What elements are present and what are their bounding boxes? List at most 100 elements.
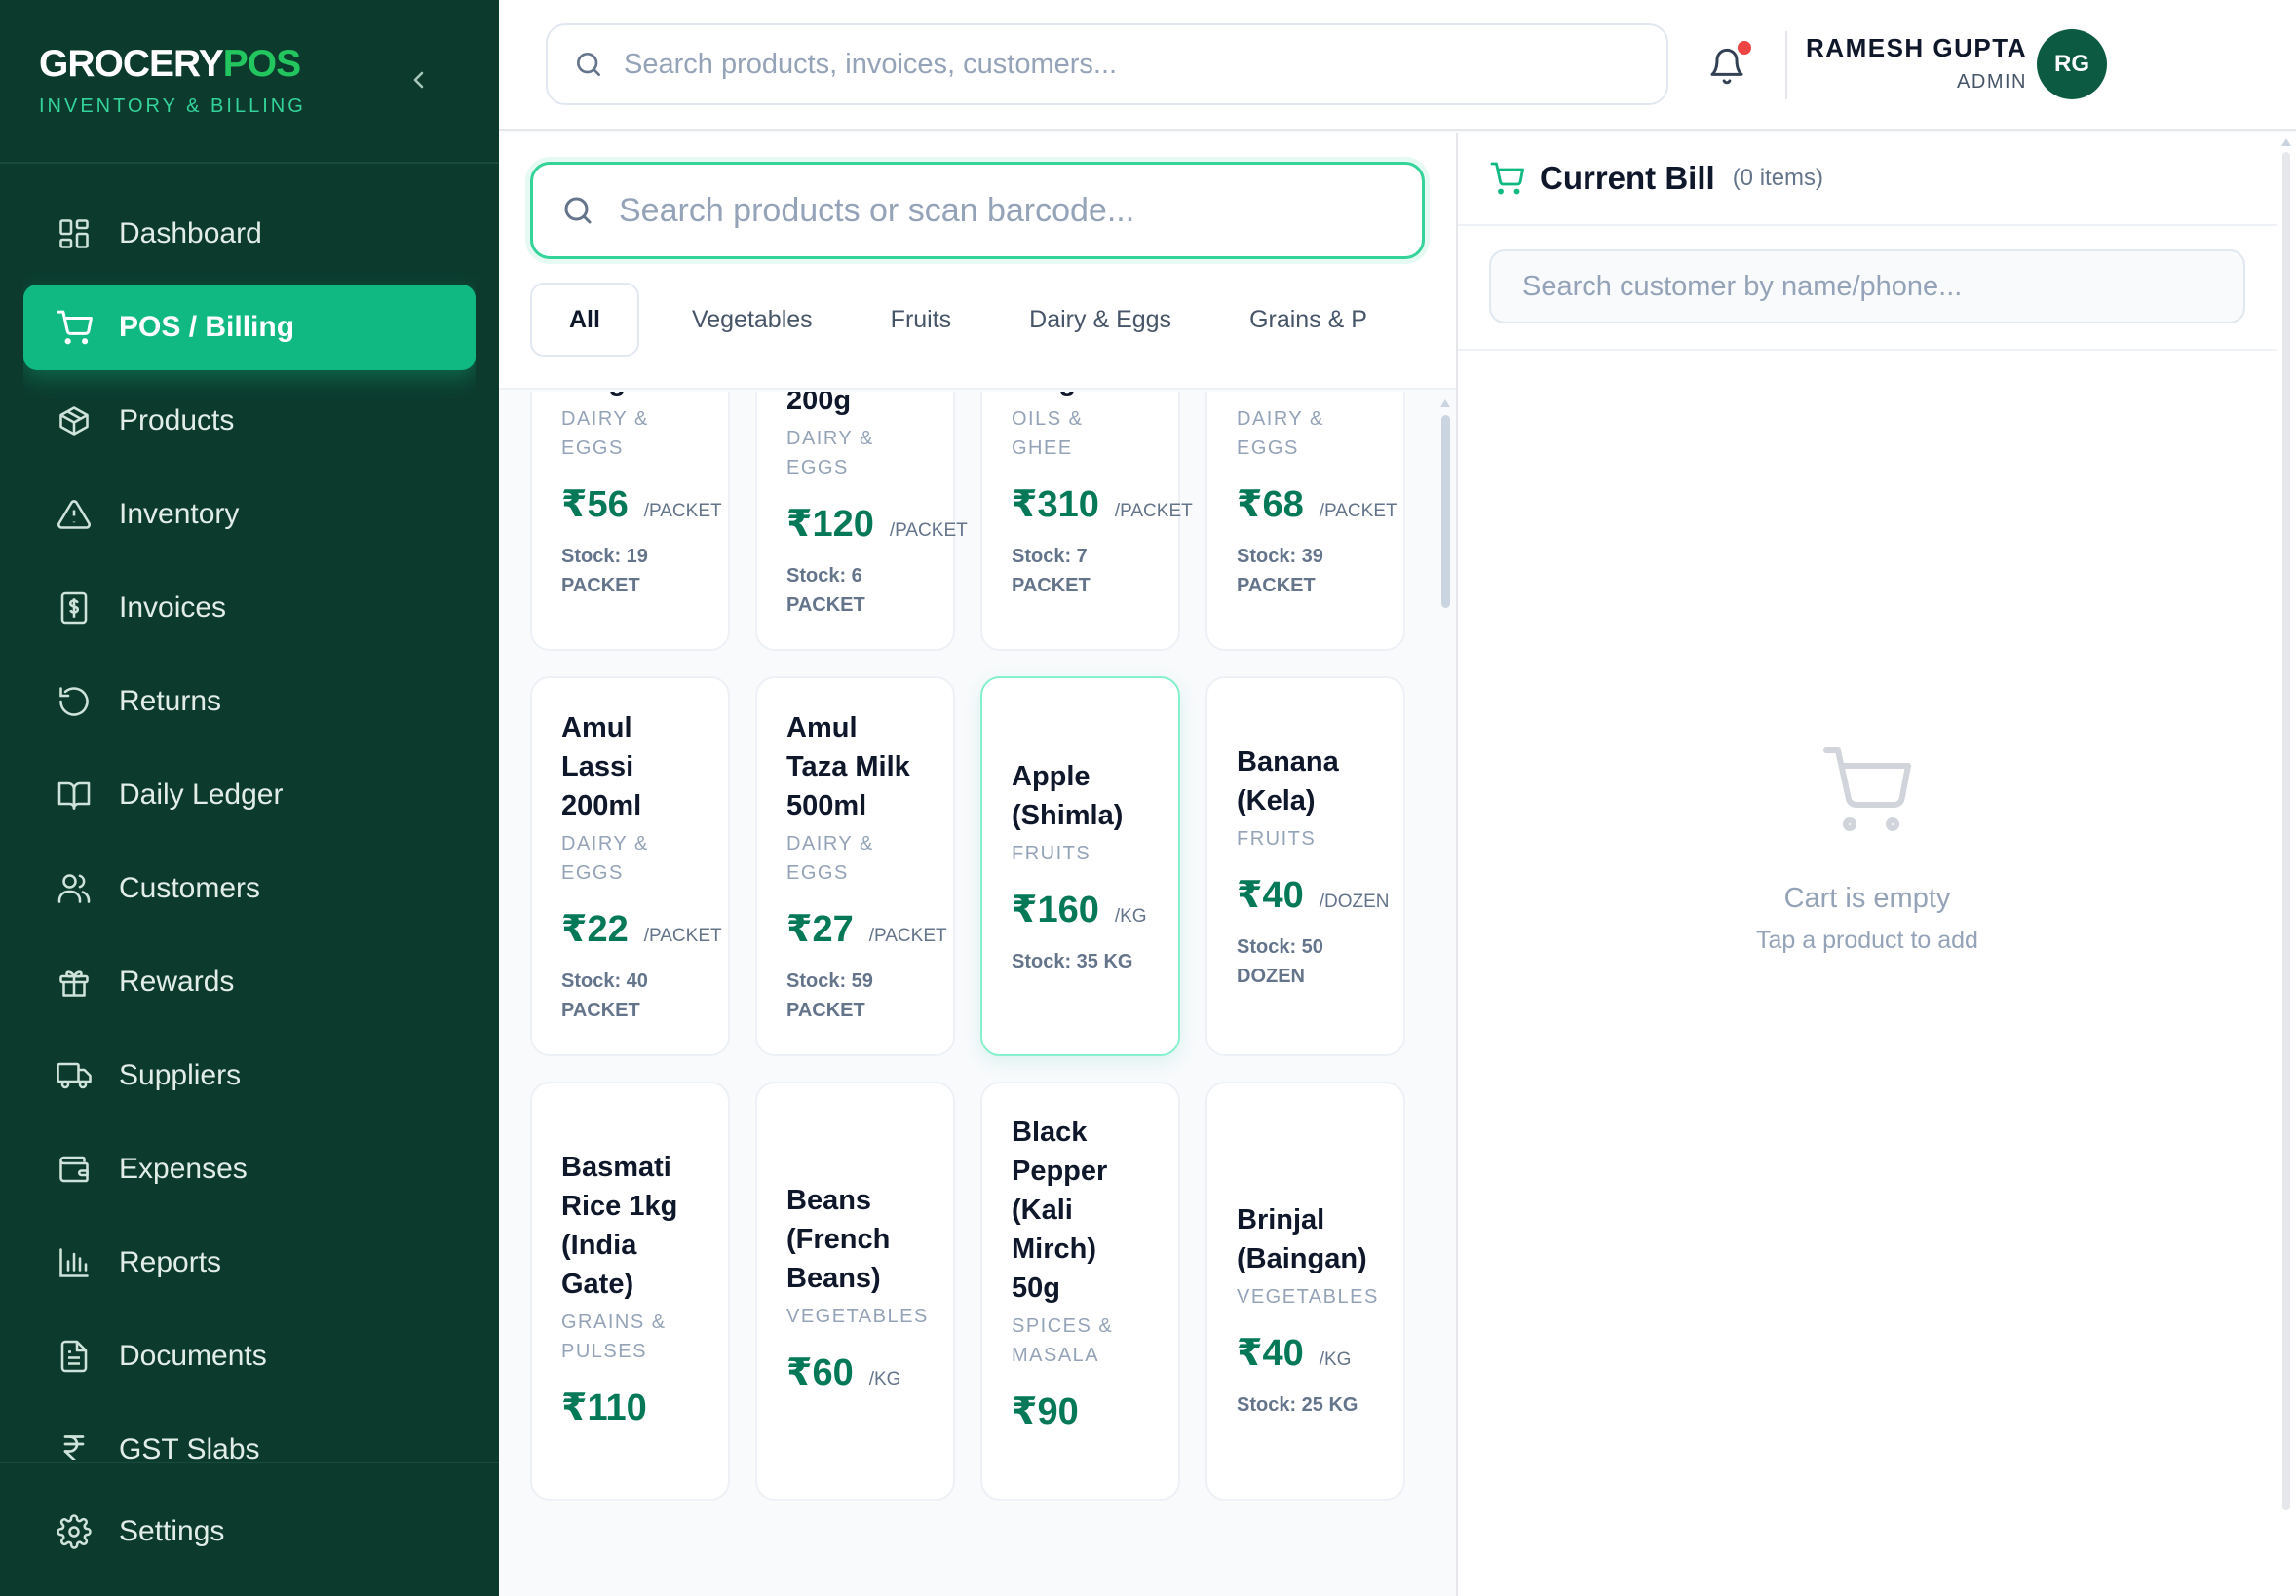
empty-cart-icon [1823,747,1911,831]
product-price: ₹310 [1012,483,1099,525]
sidebar-item-label: Invoices [119,591,227,624]
product-card[interactable]: Amul Gold Milk 1L DAIRY & EGGS ₹68/PACKET S… [1205,392,1405,651]
sidebar-item-expenses[interactable]: Expenses [23,1126,476,1212]
empty-cart-title: Cart is empty [1783,883,1951,914]
invoice-icon [55,589,94,627]
sidebar-item-rewards[interactable]: Rewards [23,939,476,1025]
sidebar-item-label: Returns [119,685,222,717]
category-tab-fruits[interactable]: Fruits [852,283,991,357]
product-name: Amul Gold Milk 1L [1237,392,1374,400]
product-search-input[interactable] [619,191,1398,230]
sidebar-item-label: Inventory [119,498,240,530]
product-price: ₹27 [786,908,854,950]
product-card[interactable]: Amul Lassi 200ml DAIRY & EGGS ₹22/PACKET St… [530,676,730,1056]
product-unit: /PACKET [868,925,947,946]
sidebar-item-settings[interactable]: Settings [23,1489,476,1575]
global-search-input[interactable] [624,48,1637,81]
sidebar-footer: Settings [0,1462,499,1596]
brand-name: GROCERYPOS [39,43,301,85]
global-search-box[interactable] [546,23,1668,105]
brand-subtitle: INVENTORY & BILLING [39,95,306,117]
users-icon [55,869,94,908]
product-category: FRUITS [1012,842,1091,864]
customer-search-input[interactable] [1522,270,2224,303]
product-price-row: ₹68/PACKET [1237,482,1397,526]
category-tab-grains[interactable]: Grains & P [1210,283,1406,357]
user-info[interactable]: RAMESH GUPTA ADMIN [1806,33,2027,94]
product-name: Beans (French Beans) [786,1185,891,1294]
product-price-row: ₹22/PACKET [561,907,722,951]
product-category: DAIRY & EGGS [561,407,649,459]
product-card[interactable]: Black Pepper (Kali Mirch) 50g SPICES & MA… [980,1082,1180,1501]
sidebar-item-products[interactable]: Products [23,378,476,464]
product-card[interactable]: Brinjal (Baingan) VEGETABLES ₹40/KG Stock: … [1205,1082,1405,1501]
product-name: Amul Butter 100g [561,392,699,400]
product-category: DAIRY & EGGS [561,832,649,884]
product-card[interactable]: Beans (French Beans) VEGETABLES ₹60/KG [755,1082,955,1501]
product-price: ₹110 [561,1387,647,1428]
category-tab-all[interactable]: All [530,283,639,357]
notifications-button[interactable] [1707,41,1754,88]
product-price: ₹68 [1237,483,1304,525]
sidebar-item-label: Suppliers [119,1059,242,1091]
product-price-row: ₹160/KG [1012,888,1149,931]
sidebar-item-label: Reports [119,1246,222,1278]
sidebar-item-reports[interactable]: Reports [23,1220,476,1306]
brand-logo: GROCERYPOS INVENTORY & BILLING [39,43,306,118]
product-unit: /PACKET [1114,500,1193,521]
product-unit: /PACKET [643,500,722,521]
product-card[interactable]: Amul Ghee 500g OILS & GHEE ₹310/PACKET Stoc… [980,392,1193,651]
product-price-row: ₹310/PACKET [1012,482,1193,526]
product-card[interactable]: Banana (Kela) FRUITS ₹40/DOZEN Stock: 50 DO… [1205,676,1405,1056]
collapse-sidebar-button[interactable] [400,60,439,99]
sidebar: GROCERYPOS INVENTORY & BILLING Dashboard… [0,0,499,1596]
product-stock: Stock: 40 PACKET [561,969,648,1021]
sidebar-item-label: POS / Billing [119,311,295,343]
bill-item-count: (0 items) [1732,165,1824,191]
scrollbar-thumb[interactable] [2282,152,2290,1510]
sidebar-item-inventory[interactable]: Inventory [23,472,476,557]
product-name: Apple (Shimla) [1012,760,1124,831]
bill-title: Current Bill [1540,160,1715,196]
product-category: DAIRY & EGGS [786,832,874,884]
customer-search-box[interactable] [1489,249,2245,323]
product-card[interactable]: Basmati Rice 1kg (India Gate) GRAINS & PU… [530,1082,730,1501]
product-category: VEGETABLES [1237,1286,1379,1308]
sidebar-item-dashboard[interactable]: Dashboard [23,191,476,277]
sidebar-item-invoices[interactable]: Invoices [23,565,476,651]
product-card[interactable]: Amul Cheese Slice 200g DAIRY & EGGS ₹120/P… [755,392,968,651]
bill-scrollbar[interactable] [2280,133,2292,1596]
sidebar-item-pos-billing[interactable]: POS / Billing [23,285,476,370]
products-pane: All Vegetables Fruits Dairy & Eggs Grain… [499,133,1457,1596]
product-price-row: ₹110 [561,1386,699,1429]
product-card[interactable]: Amul Butter 100g DAIRY & EGGS ₹56/PACKET St… [530,392,730,651]
product-grid-scrollbar[interactable] [1438,399,1452,1596]
sidebar-item-customers[interactable]: Customers [23,846,476,931]
product-name: Brinjal (Baingan) [1237,1204,1367,1274]
user-role: ADMIN [1957,71,2027,93]
product-price: ₹56 [561,483,629,525]
category-tab-vegetables[interactable]: Vegetables [653,283,852,357]
product-unit: /KG [1114,905,1147,927]
header-divider [1785,31,1787,99]
category-tab-dairy-eggs[interactable]: Dairy & Eggs [990,283,1210,357]
product-name: Banana (Kela) [1237,745,1339,817]
product-stock: Stock: 25 KG [1237,1394,1358,1416]
sidebar-item-returns[interactable]: Returns [23,659,476,744]
sidebar-item-daily-ledger[interactable]: Daily Ledger [23,752,476,838]
avatar[interactable]: RG [2037,29,2107,99]
product-stock: Stock: 59 PACKET [786,969,873,1021]
sidebar-item-label: Products [119,404,235,437]
user-name: RAMESH GUPTA [1806,33,2027,62]
sidebar-item-documents[interactable]: Documents [23,1313,476,1399]
sidebar-item-gst-slabs[interactable]: GST Slabs [23,1407,476,1460]
sidebar-item-label: Dashboard [119,217,262,249]
product-grid-scroll[interactable]: Amul Butter 100g DAIRY & EGGS ₹56/PACKET St… [499,392,1457,1596]
product-search-box[interactable] [530,162,1425,259]
product-card[interactable]: Apple (Shimla) FRUITS ₹160/KG Stock: 35 KG [980,676,1180,1056]
sidebar-item-label: Expenses [119,1153,248,1185]
product-price-row: ₹40/KG [1237,1331,1374,1375]
scrollbar-thumb[interactable] [1441,415,1450,608]
sidebar-item-suppliers[interactable]: Suppliers [23,1033,476,1119]
product-card[interactable]: Amul Taza Milk 500ml DAIRY & EGGS ₹27/PACK… [755,676,955,1056]
